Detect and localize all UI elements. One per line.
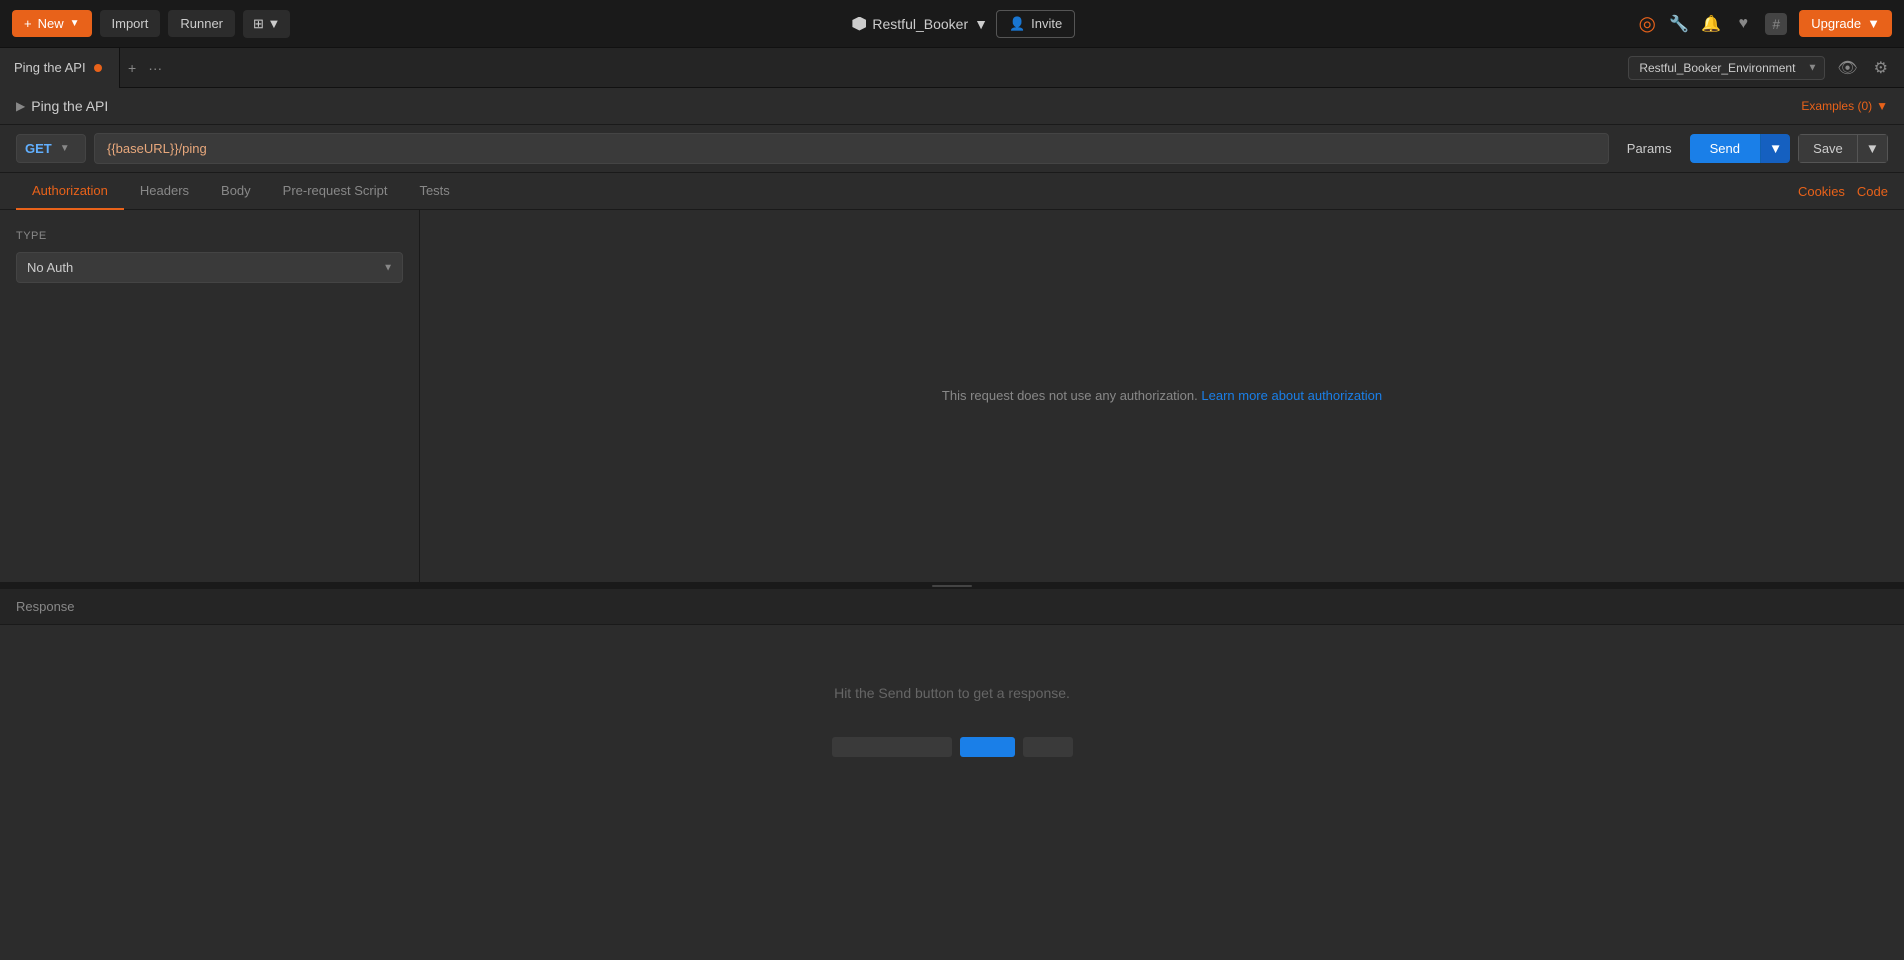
request-tab-list: Authorization Headers Body Pre-request S…	[16, 173, 466, 209]
invite-user-icon: 👤	[1009, 16, 1025, 32]
workspace-name-label: Restful_Booker	[872, 16, 968, 32]
tab-label: Ping the API	[14, 60, 86, 75]
response-body: Hit the Send button to get a response.	[0, 625, 1904, 817]
workspace-grid-icon	[852, 17, 866, 31]
http-method-select[interactable]: GET ▼	[16, 134, 86, 163]
send-dropdown-button[interactable]: ▼	[1760, 134, 1790, 163]
plus-icon: +	[24, 16, 32, 31]
upgrade-dropdown-arrow: ▼	[1867, 16, 1880, 31]
method-dropdown-arrow: ▼	[60, 143, 70, 154]
request-tabs: Authorization Headers Body Pre-request S…	[0, 173, 1904, 210]
url-bar: GET ▼ Params Send ▼ Save ▼	[0, 125, 1904, 173]
code-label: Code	[1857, 184, 1888, 199]
body-tab-label: Body	[221, 183, 251, 198]
examples-label: Examples (0)	[1801, 99, 1872, 113]
top-navbar: + New ▼ Import Runner ⊞ ▼ Restful_Booker…	[0, 0, 1904, 48]
send-button[interactable]: Send	[1690, 134, 1760, 163]
response-illustration	[832, 737, 1073, 757]
illustration-bar-send	[960, 737, 1015, 757]
save-dropdown-button[interactable]: ▼	[1858, 134, 1888, 163]
add-tab-button[interactable]: +	[124, 58, 140, 78]
library-icon[interactable]: #	[1765, 13, 1787, 35]
method-label: GET	[25, 141, 52, 156]
import-button[interactable]: Import	[100, 10, 161, 37]
save-label: Save	[1813, 141, 1843, 156]
learn-more-link[interactable]: Learn more about authorization	[1201, 388, 1382, 403]
content-area: ▶ Ping the API Examples (0) ▼ GET ▼ Para…	[0, 88, 1904, 960]
new-label: New	[38, 16, 64, 31]
bell-icon[interactable]: 🔔	[1701, 14, 1721, 34]
auth-type-select-wrapper: No AuthAPI KeyBearer TokenBasic AuthOAut…	[16, 252, 403, 283]
upgrade-button[interactable]: Upgrade ▼	[1799, 10, 1892, 37]
upgrade-label: Upgrade	[1811, 16, 1861, 31]
url-input[interactable]	[94, 133, 1609, 164]
params-label: Params	[1627, 141, 1672, 156]
tab-authorization[interactable]: Authorization	[16, 173, 124, 210]
request-title-text: Ping the API	[31, 98, 108, 114]
request-header: ▶ Ping the API Examples (0) ▼	[0, 88, 1904, 125]
tab-bar: Ping the API + ··· Restful_Booker_Enviro…	[0, 48, 1904, 88]
tab-prerequest[interactable]: Pre-request Script	[267, 173, 404, 210]
invite-label: Invite	[1031, 16, 1062, 31]
workspace-selector[interactable]: Restful_Booker ▼	[852, 16, 988, 32]
examples-link[interactable]: Examples (0) ▼	[1801, 99, 1888, 113]
learn-more-label: Learn more about authorization	[1201, 388, 1382, 403]
save-button-group: Save ▼	[1798, 134, 1888, 163]
runner-label: Runner	[180, 16, 223, 31]
environment-settings-button[interactable]: ⚙	[1870, 54, 1892, 82]
nav-right-icons: ◎ 🔧 🔔 ♥ # Upgrade ▼	[1637, 10, 1892, 37]
response-label: Response	[16, 599, 75, 614]
environment-selector-wrapper: Restful_Booker_EnvironmentNo Environment	[1628, 56, 1825, 80]
tab-tests[interactable]: Tests	[403, 173, 465, 210]
auth-no-auth-message: This request does not use any authorizat…	[942, 388, 1382, 403]
response-section: Response Hit the Send button to get a re…	[0, 589, 1904, 960]
auth-type-section: TYPE No AuthAPI KeyBearer TokenBasic Aut…	[0, 210, 420, 582]
send-label: Send	[1710, 141, 1740, 156]
expand-arrow-icon[interactable]: ▶	[16, 99, 25, 113]
illustration-bar-3	[1023, 737, 1073, 757]
nav-center: Restful_Booker ▼ 👤 Invite	[298, 10, 1629, 38]
examples-dropdown-arrow: ▼	[1876, 99, 1888, 113]
tab-modified-indicator	[94, 64, 102, 72]
tests-tab-label: Tests	[419, 183, 449, 198]
workspace-dropdown-arrow: ▼	[974, 16, 988, 32]
tab-bar-right: Restful_Booker_EnvironmentNo Environment…	[1628, 54, 1892, 82]
heart-icon[interactable]: ♥	[1733, 14, 1753, 34]
tab-ping-the-api[interactable]: Ping the API	[0, 48, 120, 88]
more-tabs-button[interactable]: ···	[144, 58, 166, 78]
prerequest-tab-label: Pre-request Script	[283, 183, 388, 198]
send-button-group: Send ▼	[1690, 134, 1791, 163]
authorization-panel: TYPE No AuthAPI KeyBearer TokenBasic Aut…	[0, 210, 1904, 583]
request-tab-right: Cookies Code	[1798, 184, 1888, 199]
response-header: Response	[0, 589, 1904, 625]
cookies-label: Cookies	[1798, 184, 1845, 199]
workspace-add-icon: ⊞ ▼	[253, 16, 280, 31]
auth-type-label: TYPE	[16, 230, 403, 242]
wrench-icon[interactable]: 🔧	[1669, 14, 1689, 34]
params-button[interactable]: Params	[1617, 135, 1682, 162]
tab-headers[interactable]: Headers	[124, 173, 205, 210]
headers-tab-label: Headers	[140, 183, 189, 198]
invite-button[interactable]: 👤 Invite	[996, 10, 1075, 38]
response-empty-message: Hit the Send button to get a response.	[834, 685, 1070, 701]
new-button[interactable]: + New ▼	[12, 10, 92, 37]
tab-body[interactable]: Body	[205, 173, 267, 210]
save-button[interactable]: Save	[1798, 134, 1858, 163]
environment-select[interactable]: Restful_Booker_EnvironmentNo Environment	[1628, 56, 1825, 80]
auth-info-section: This request does not use any authorizat…	[420, 210, 1904, 582]
satellite-icon[interactable]: ◎	[1637, 14, 1657, 34]
environment-visibility-button[interactable]: 👁	[1833, 54, 1861, 82]
authorization-tab-label: Authorization	[32, 183, 108, 198]
tab-actions: + ···	[124, 58, 166, 78]
new-workspace-button[interactable]: ⊞ ▼	[243, 10, 290, 38]
request-title-section: ▶ Ping the API	[16, 98, 108, 114]
cookies-link[interactable]: Cookies	[1798, 184, 1845, 199]
code-link[interactable]: Code	[1857, 184, 1888, 199]
import-label: Import	[112, 16, 149, 31]
new-dropdown-arrow: ▼	[70, 18, 80, 29]
runner-button[interactable]: Runner	[168, 10, 235, 37]
auth-message-text: This request does not use any authorizat…	[942, 388, 1198, 403]
illustration-bar-1	[832, 737, 952, 757]
auth-type-select[interactable]: No AuthAPI KeyBearer TokenBasic AuthOAut…	[16, 252, 403, 283]
